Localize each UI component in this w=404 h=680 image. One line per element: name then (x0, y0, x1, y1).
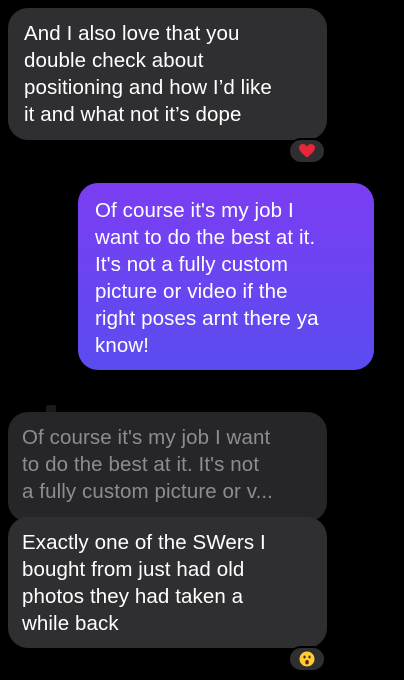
message-text-line: right poses arnt there ya (95, 307, 319, 330)
message-text-line: double check about (24, 49, 204, 72)
message-text-line: picture or video if the (95, 280, 288, 303)
quoted-text-line: Of course it's my job I want (22, 426, 271, 449)
red-heart-icon (299, 144, 315, 158)
incoming-message-bubble[interactable]: Exactly one of the SWers I bought from j… (8, 517, 327, 648)
message-text-line: And I also love that you (24, 22, 240, 45)
quoted-text-line: a fully custom picture or v... (22, 480, 273, 503)
message-text-line: it and what not it’s dope (24, 103, 242, 126)
message-text-line: bought from just had old (22, 558, 245, 581)
message-text-line: Of course it's my job I (95, 199, 294, 222)
message-text-line: while back (22, 612, 119, 635)
message-text-line: Exactly one of the SWers I (22, 531, 266, 554)
message-text-line: positioning and how I’d like (24, 76, 272, 99)
message-reaction[interactable] (288, 138, 326, 164)
quoted-text-line: to do the best at it. It's not (22, 453, 260, 476)
astonished-face-icon (299, 651, 315, 667)
incoming-message-bubble[interactable]: And I also love that you double check ab… (8, 8, 327, 140)
outgoing-message-bubble[interactable]: Of course it's my job I want to do the b… (78, 183, 374, 370)
message-reaction[interactable] (288, 646, 326, 672)
message-text-line: photos they had taken a (22, 585, 244, 608)
quoted-reply-preview[interactable]: Of course it's my job I want to do the b… (8, 412, 327, 522)
message-text-line: know! (95, 334, 150, 357)
message-text-line: It's not a fully custom (95, 253, 289, 276)
message-text-line: want to do the best at it. (95, 226, 316, 249)
